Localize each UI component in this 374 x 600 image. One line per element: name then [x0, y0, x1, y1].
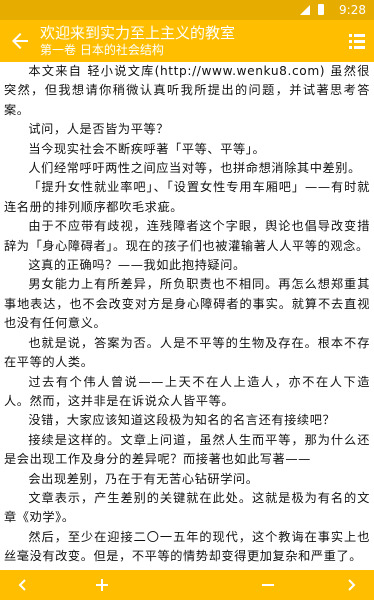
paragraph: 人们经常呼吁两性之间应当对等，也拼命想消除其中差别。 [28, 161, 361, 176]
prev-chapter-button[interactable] [8, 570, 38, 600]
zoom-in-button[interactable] [87, 570, 117, 600]
chevron-right-icon [348, 579, 356, 591]
arrow-left-icon[interactable] [8, 29, 32, 53]
paragraph: 然后，至少在迎接二〇一五年的现代，这个教诲在事实上也丝毫没有改变。但是，不平等的… [4, 529, 370, 564]
paragraph: 接续是这样的。文章上问道，虽然人生而平等，那为什么还是会出现工作及身分的差异呢？… [4, 432, 370, 467]
plus-icon [96, 579, 108, 591]
paragraph: 会出现差别，乃在于有无苦心钻研学问。 [28, 471, 259, 486]
paragraph: 由于不应带有歧视，连残障者这个字眼，舆论也倡导改变措辞为「身心障碍者」。现在的孩… [4, 219, 370, 253]
battery-icon [318, 4, 324, 15]
paragraph: 文章表示，产生差别的关键就在此处。这就是极为有名的文章《劝学》。 [4, 490, 370, 525]
paragraph: 没错，大家应该知道这段极为知名的名言还有接续吧？ [28, 413, 336, 428]
status-time: 9:28 [339, 3, 366, 17]
list-menu-icon[interactable] [349, 32, 365, 50]
minus-icon [262, 584, 274, 586]
paragraph: 试问，人是否皆为平等？ [28, 122, 170, 137]
paragraph: 男女能力上有所差异，所负职责也不相同。再怎么想郑重其事地表达，也不会改变对方是身… [4, 277, 370, 331]
next-chapter-button[interactable] [336, 570, 366, 600]
bottom-toolbar [0, 570, 374, 600]
paragraph: 也就是说，答案为否。人是不平等的生物及存在。根本不存在平等的人类。 [4, 335, 370, 370]
book-title: 欢迎来到实力至上主义的教室 [40, 24, 236, 42]
top-toolbar: 欢迎来到实力至上主义的教室 第一卷 日本的社会结构 [0, 20, 374, 62]
chevron-left-icon [18, 579, 26, 591]
reader-content[interactable]: 本文来自 轻小说文库(http://www.wenku8.com) 虽然很突然，… [4, 62, 370, 570]
paragraph: 「提升女性就业率吧」、「设置女性专用车厢吧」——有时就连名册的排列顺序都吹毛求疵… [4, 180, 370, 214]
signal-icon [300, 5, 310, 15]
zoom-out-button[interactable] [253, 570, 283, 600]
status-bar: 9:28 [0, 0, 374, 20]
paragraph: 本文来自 轻小说文库(http://www.wenku8.com) 虽然很突然，… [4, 64, 370, 117]
chapter-title: 第一卷 日本的社会结构 [40, 43, 164, 57]
paragraph: 过去有个伟人曾说——上天不在人上造人，亦不在人下造人。然而，这并非是在诉说众人皆… [4, 374, 370, 408]
paragraph: 这真的正确吗？——我如此抱持疑问。 [28, 258, 246, 273]
paragraph: 当今现实社会不断疾呼著「平等、平等」。 [28, 141, 266, 156]
